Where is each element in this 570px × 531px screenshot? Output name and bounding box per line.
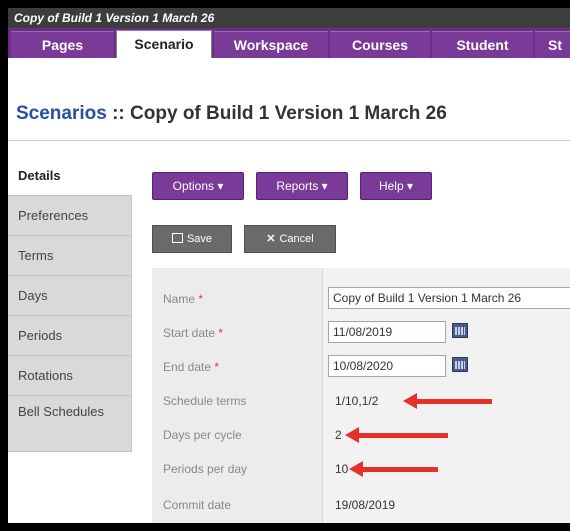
days-per-cycle-value: 2 [335,428,342,442]
form-row-schedule-terms: Schedule terms 1/10,1/2 [152,384,570,418]
end-date-input[interactable]: 10/08/2020 [328,355,446,377]
commit-date-value: 19/08/2019 [335,498,396,512]
nav-tab-courses[interactable]: Courses [330,31,430,58]
side-tab-days[interactable]: Days [8,276,132,316]
schedule-terms-value: 1/10,1/2 [335,394,379,408]
nav-tab-staff[interactable]: St [535,31,570,58]
application-window: Copy of Build 1 Version 1 March 26 Pages… [8,8,570,523]
save-label: Save [186,233,213,245]
annotation-arrow [345,427,448,443]
periods-per-day-value: 10 [335,462,349,476]
start-date-input[interactable]: 11/08/2019 [328,321,446,343]
commit-date-label: Commit date [163,498,232,512]
window-title: Copy of Build 1 Version 1 March 26 [8,8,570,28]
cancel-label: Cancel [279,233,314,245]
annotation-arrow [403,393,492,409]
scenario-title: Copy of Build 1 Version 1 March 26 [130,103,447,124]
name-input[interactable]: Copy of Build 1 Version 1 March 26 [328,287,570,309]
form-row-end-date: End date * 10/08/2020 [152,350,570,384]
help-button[interactable]: Help ▾ [360,172,432,200]
save-button[interactable]: Save [152,225,232,253]
side-tab-details[interactable]: Details [8,156,132,196]
schedule-terms-label: Schedule terms [163,394,247,408]
breadcrumb-separator: :: [106,103,131,124]
form-row-days-per-cycle: Days per cycle 2 [152,418,570,452]
floppy-disk-icon [171,233,183,243]
side-tab-periods[interactable]: Periods [8,316,132,356]
required-marker: * [218,326,224,340]
required-marker: * [198,292,204,306]
nav-tab-pages[interactable]: Pages [11,31,114,58]
form-row-commit-date: Commit date 19/08/2019 [152,488,570,522]
calendar-icon[interactable] [452,357,468,372]
calendar-icon[interactable] [452,323,468,338]
main-nav: Pages Scenario Workspace Courses Student… [8,28,570,59]
days-per-cycle-label: Days per cycle [163,428,242,442]
form-row-start-date: Start date * 11/08/2019 [152,316,570,350]
cancel-button[interactable]: ✕ Cancel [244,225,336,253]
nav-tab-workspace[interactable]: Workspace [214,31,328,58]
scenario-details-form: Name * Copy of Build 1 Version 1 March 2… [152,268,570,523]
name-label: Name * [163,292,204,306]
form-row-periods-per-day: Periods per day 10 [152,452,570,486]
end-date-label: End date * [163,360,220,374]
form-row-name: Name * Copy of Build 1 Version 1 March 2… [152,282,570,316]
reports-button[interactable]: Reports ▾ [256,172,348,200]
side-tab-list: Details Preferences Terms Days Periods R… [8,156,132,452]
required-marker: * [214,360,220,374]
nav-tab-student[interactable]: Student [432,31,533,58]
nav-tab-scenario[interactable]: Scenario [116,30,212,59]
start-date-label: Start date * [163,326,224,340]
side-tab-preferences[interactable]: Preferences [8,196,132,236]
periods-per-day-label: Periods per day [163,462,248,476]
page-title: Scenarios :: Copy of Build 1 Version 1 M… [16,103,447,125]
close-icon: ✕ [266,233,276,245]
page-header: Scenarios :: Copy of Build 1 Version 1 M… [8,58,570,141]
options-button[interactable]: Options ▾ [152,172,244,200]
annotation-arrow [349,461,438,477]
breadcrumb-scenarios[interactable]: Scenarios [16,103,107,124]
side-tab-rotations[interactable]: Rotations [8,356,132,396]
side-tab-bell-schedules[interactable]: Bell Schedules [8,396,132,452]
side-tab-terms[interactable]: Terms [8,236,132,276]
